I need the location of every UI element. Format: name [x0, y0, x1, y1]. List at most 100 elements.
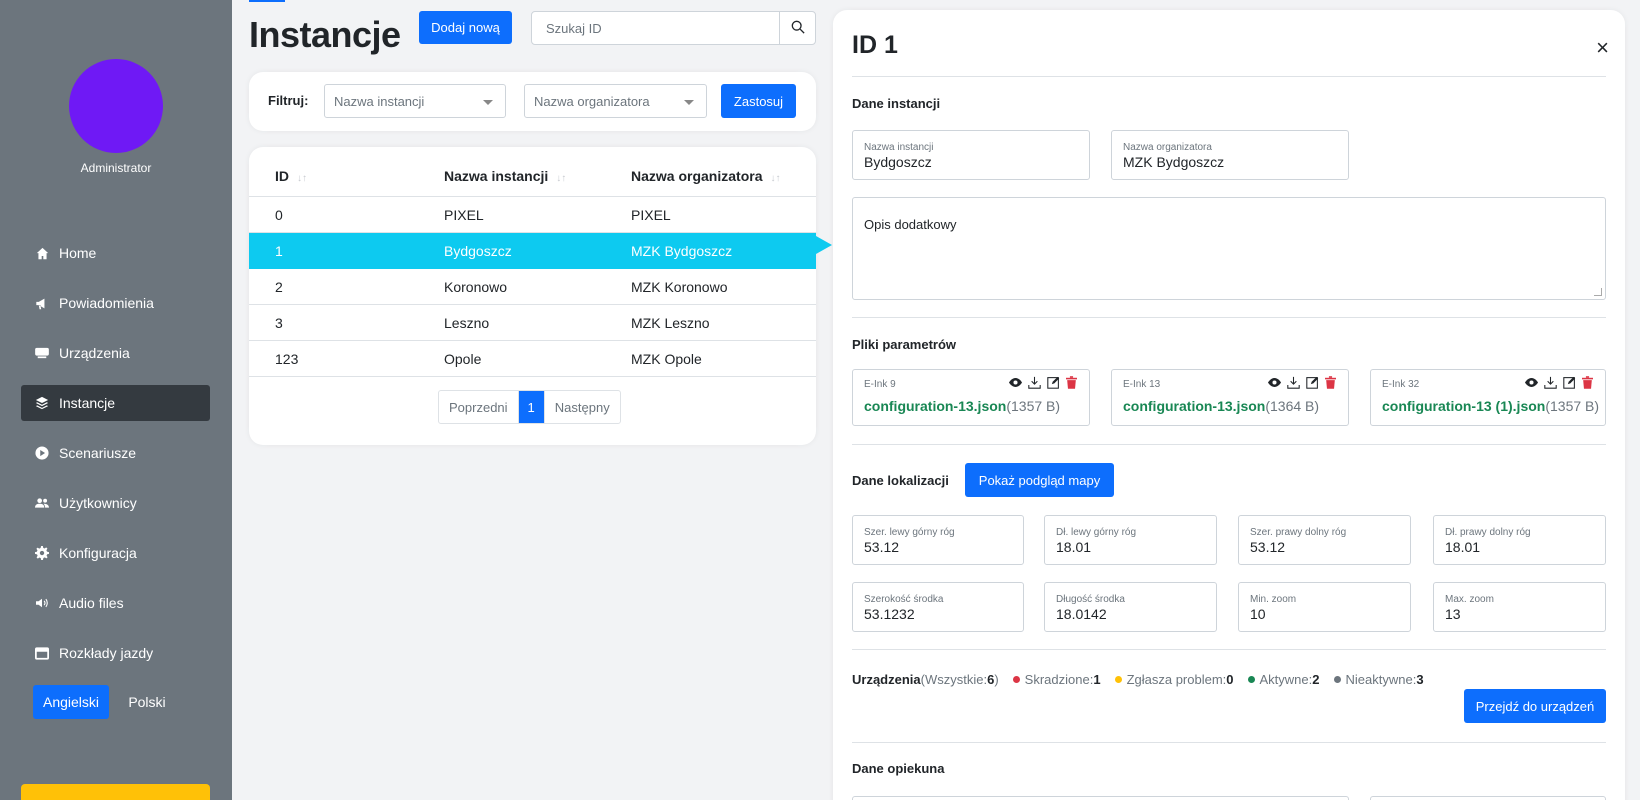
header-organizer-name[interactable]: Nazwa organizatora ↓↑ [631, 168, 780, 184]
caret-down-icon [684, 100, 694, 105]
instance-name-select[interactable]: Nazwa instancji [324, 84, 506, 118]
location-field[interactable]: Szerokość środka 53.1232 [852, 582, 1024, 632]
trash-icon[interactable] [1066, 376, 1079, 389]
status-dot-inactive [1333, 676, 1341, 683]
parameter-file-card: E-Ink 9 configuration-13.json(1357 B) [852, 369, 1090, 426]
trash-icon[interactable] [1325, 376, 1338, 389]
sidebar-item-label: Scenariusze [59, 445, 137, 461]
organizer-name-select[interactable]: Nazwa organizatora [524, 84, 707, 118]
location-field[interactable]: Min. zoom 10 [1238, 582, 1411, 632]
search-button[interactable] [779, 12, 815, 44]
sidebar-item-instances[interactable]: Instancje [21, 385, 210, 421]
location-field[interactable]: Długość środka 18.0142 [1044, 582, 1217, 632]
detail-title: ID 1 [852, 31, 898, 59]
user-role: Administrator [80, 161, 152, 175]
caretaker-phone-field[interactable] [1370, 796, 1606, 800]
sidebar-item-home[interactable]: Home [21, 235, 210, 271]
divider [852, 742, 1606, 743]
apply-filter-button[interactable]: Zastosuj [721, 84, 796, 118]
pagination-next[interactable]: Następny [545, 391, 620, 423]
location-field[interactable]: Szer. lewy górny róg 53.12 [852, 515, 1024, 565]
eye-icon[interactable] [1009, 376, 1022, 389]
language-switcher: Angielski Polski [33, 685, 185, 719]
sidebar-item-label: Użytkownicy [59, 495, 137, 511]
schedule-icon [35, 646, 49, 660]
pagination-page-1[interactable]: 1 [517, 391, 545, 423]
organizer-name-field[interactable]: Nazwa organizatora MZK Bydgoszcz [1111, 130, 1349, 180]
download-icon[interactable] [1028, 376, 1041, 389]
instance-detail-panel: ID 1 × Dane instancji Nazwa instancji By… [833, 10, 1625, 800]
sort-icon: ↓↑ [556, 172, 567, 184]
sidebar-item-label: Instancje [59, 395, 116, 411]
table-row[interactable]: 2 Koronowo MZK Koronowo [249, 269, 816, 305]
go-to-devices-button[interactable]: Przejdź do urządzeń [1464, 689, 1606, 723]
add-new-button[interactable]: Dodaj nową [419, 11, 512, 44]
show-map-preview-button[interactable]: Pokaż podgląd mapy [965, 463, 1114, 497]
logout-button[interactable] [21, 784, 210, 800]
table-row-selected[interactable]: 1 Bydgoszcz MZK Bydgoszcz [249, 233, 816, 269]
location-field[interactable]: Max. zoom 13 [1433, 582, 1606, 632]
sidebar-item-label: Konfiguracja [59, 545, 137, 561]
search-icon [791, 20, 805, 37]
devices-total-count: 6 [987, 672, 995, 687]
avatar[interactable] [69, 59, 163, 153]
download-icon[interactable] [1287, 376, 1300, 389]
pagination-previous[interactable]: Poprzedni [439, 391, 518, 423]
edit-icon[interactable] [1563, 376, 1576, 389]
download-icon[interactable] [1544, 376, 1557, 389]
parameter-file-card: E-Ink 32 configuration-13 (1).json(1357 … [1370, 369, 1606, 426]
breadcrumb-link[interactable] [249, 0, 285, 2]
sidebar-item-label: Powiadomienia [59, 295, 154, 311]
table-row[interactable]: 123 Opole MZK Opole [249, 341, 816, 377]
status-dot-active [1247, 676, 1255, 683]
header-id[interactable]: ID ↓↑ [275, 168, 307, 184]
location-field[interactable]: Szer. prawy dolny róg 53.12 [1238, 515, 1411, 565]
files-section-title: Pliki parametrów [852, 337, 957, 352]
sidebar: Administrator Home Powiadomienia Urządze… [0, 0, 232, 800]
file-actions [1525, 376, 1595, 389]
language-english-button[interactable]: Angielski [33, 685, 109, 719]
eye-icon[interactable] [1268, 376, 1281, 389]
layers-icon [35, 396, 49, 410]
status-dot-stolen [1012, 676, 1020, 683]
edit-icon[interactable] [1306, 376, 1319, 389]
instance-select-placeholder: Nazwa instancji [334, 93, 425, 109]
sidebar-item-users[interactable]: Użytkownicy [21, 485, 210, 521]
resize-handle[interactable] [1594, 288, 1602, 296]
home-icon [35, 246, 49, 260]
description-textarea[interactable]: Opis dodatkowy [852, 197, 1606, 300]
location-field[interactable]: Dł. prawy dolny róg 18.01 [1433, 515, 1606, 565]
sidebar-item-label: Audio files [59, 595, 124, 611]
instance-name-field[interactable]: Nazwa instancji Bydgoszcz [852, 130, 1090, 180]
close-icon[interactable]: × [1596, 37, 1609, 59]
gear-icon [35, 546, 49, 560]
table-row[interactable]: 3 Leszno MZK Leszno [249, 305, 816, 341]
sidebar-item-label: Rozkłady jazdy [59, 645, 154, 661]
table-row[interactable]: 0 PIXEL PIXEL [249, 197, 816, 233]
organizer-select-placeholder: Nazwa organizatora [534, 93, 650, 109]
parameter-file-link[interactable]: configuration-13 (1).json(1357 B) [1382, 398, 1599, 414]
sidebar-item-configuration[interactable]: Konfiguracja [21, 535, 210, 571]
divider [852, 444, 1606, 445]
sidebar-item-label: Home [59, 245, 97, 261]
parameter-file-link[interactable]: configuration-13.json(1357 B) [864, 398, 1060, 414]
selection-pointer [816, 236, 832, 254]
caretaker-name-field[interactable] [852, 796, 1349, 800]
sidebar-item-devices[interactable]: Urządzenia [21, 335, 210, 371]
sidebar-item-label: Urządzenia [59, 345, 130, 361]
sidebar-item-scenarios[interactable]: Scenariusze [21, 435, 210, 471]
language-polish-button[interactable]: Polski [109, 685, 185, 719]
sidebar-item-timetables[interactable]: Rozkłady jazdy [21, 635, 210, 671]
location-field[interactable]: Dł. lewy górny róg 18.01 [1044, 515, 1217, 565]
edit-icon[interactable] [1047, 376, 1060, 389]
file-actions [1009, 376, 1079, 389]
parameter-file-link[interactable]: configuration-13.json(1364 B) [1123, 398, 1319, 414]
header-instance-name[interactable]: Nazwa instancji ↓↑ [444, 168, 566, 184]
search-input[interactable]: Szukaj ID [532, 12, 779, 44]
caret-down-icon [483, 100, 493, 105]
trash-icon[interactable] [1582, 376, 1595, 389]
instance-section-title: Dane instancji [852, 96, 941, 111]
eye-icon[interactable] [1525, 376, 1538, 389]
sidebar-item-audio-files[interactable]: Audio files [21, 585, 210, 621]
sidebar-item-notifications[interactable]: Powiadomienia [21, 285, 210, 321]
